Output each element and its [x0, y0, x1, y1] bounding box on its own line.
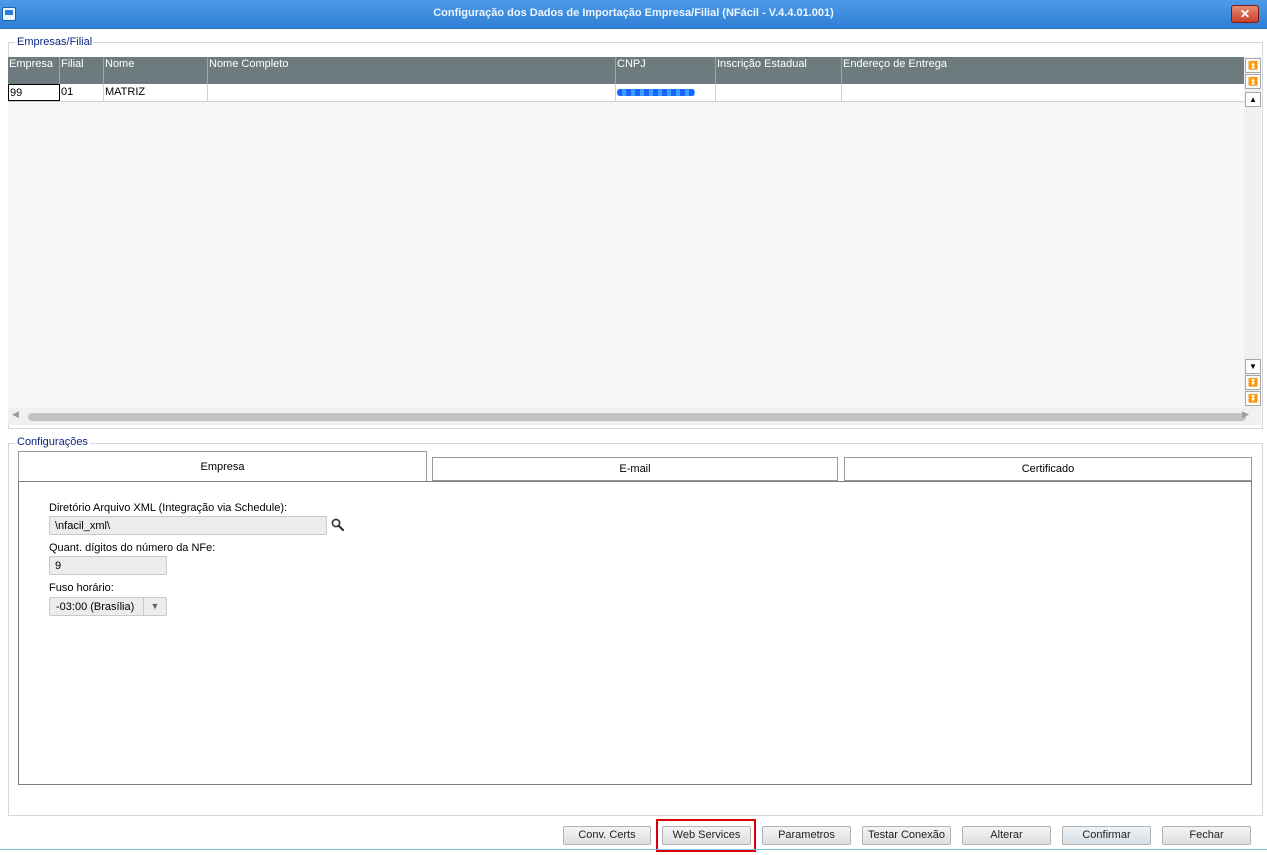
xml-dir-input[interactable]: \nfacil_xml\	[49, 516, 327, 535]
chevron-down-icon[interactable]: ▼	[143, 598, 166, 615]
cell-nome[interactable]: MATRIZ	[104, 84, 208, 101]
scroll-thumb[interactable]	[28, 413, 1246, 421]
tab-empresa[interactable]: Empresa	[18, 451, 427, 481]
bottom-divider	[0, 849, 1267, 850]
xml-dir-label: Diretório Arquivo XML (Integração via Sc…	[49, 502, 288, 514]
column-header-nome[interactable]: Nome	[104, 57, 208, 84]
timezone-value: -03:00 (Brasília)	[56, 601, 135, 613]
scroll-page-up-icon[interactable]: ⏫	[1245, 74, 1261, 89]
parametros-button[interactable]: Parametros	[762, 826, 851, 845]
cell-cnpj[interactable]	[616, 84, 716, 101]
cell-nome-completo[interactable]	[208, 84, 616, 101]
digits-input[interactable]: 9	[49, 556, 167, 575]
companies-grid: Empresa Filial Nome Nome Completo CNPJ I…	[8, 57, 1244, 408]
column-header-empresa[interactable]: Empresa	[8, 57, 60, 84]
cell-inscricao-estadual[interactable]	[716, 84, 842, 101]
testar-conexao-button[interactable]: Testar Conexão	[862, 826, 951, 845]
grid-horizontal-scrollbar[interactable]: ◀ ▶	[8, 408, 1261, 425]
fechar-button[interactable]: Fechar	[1162, 826, 1251, 845]
scroll-up-icon[interactable]: ▲	[1245, 92, 1261, 107]
scroll-page-down-icon[interactable]: ⏬	[1245, 375, 1261, 390]
timezone-label: Fuso horário:	[49, 582, 114, 594]
column-header-endereco-entrega[interactable]: Endereço de Entrega	[842, 57, 1244, 84]
window-title: Configuração dos Dados de Importação Emp…	[433, 7, 834, 19]
web-services-highlight	[656, 819, 756, 852]
scroll-left-icon[interactable]: ◀	[12, 409, 19, 420]
alterar-button[interactable]: Alterar	[962, 826, 1051, 845]
conv-certs-button[interactable]: Conv. Certs	[563, 826, 651, 845]
column-header-nome-completo[interactable]: Nome Completo	[208, 57, 616, 84]
confirmar-button[interactable]: Confirmar	[1062, 826, 1151, 845]
table-row[interactable]: 99 01 MATRIZ	[8, 84, 1244, 102]
tab-certificado[interactable]: Certificado	[844, 457, 1252, 481]
cell-endereco-entrega[interactable]	[842, 84, 1244, 101]
companies-group-title: Empresas/Filial	[15, 36, 95, 48]
scroll-right-icon[interactable]: ▶	[1242, 409, 1249, 420]
grid-header: Empresa Filial Nome Nome Completo CNPJ I…	[8, 57, 1244, 84]
timezone-select[interactable]: -03:00 (Brasília) ▼	[49, 597, 167, 616]
cnpj-redacted-mark	[617, 89, 695, 96]
cell-filial[interactable]: 01	[60, 84, 104, 101]
config-group-title: Configurações	[15, 436, 90, 448]
column-header-inscricao-estadual[interactable]: Inscrição Estadual	[716, 57, 842, 84]
title-bar: Configuração dos Dados de Importação Emp…	[0, 0, 1267, 29]
scroll-bottom-icon[interactable]: ⏬	[1245, 391, 1261, 406]
scroll-top-icon[interactable]: ⏫	[1245, 58, 1261, 73]
scroll-down-icon[interactable]: ▼	[1245, 359, 1261, 374]
grid-vertical-scrollbar[interactable]: ⏫ ⏫ ▲ ▼ ⏬ ⏬	[1244, 57, 1261, 408]
search-icon[interactable]	[331, 518, 344, 531]
column-header-filial[interactable]: Filial	[60, 57, 104, 84]
digits-label: Quant. dígitos do número da NFe:	[49, 542, 216, 554]
tab-email[interactable]: E-mail	[432, 457, 838, 481]
close-button[interactable]: ✕	[1231, 5, 1259, 23]
cell-empresa[interactable]: 99	[8, 84, 60, 101]
column-header-cnpj[interactable]: CNPJ	[616, 57, 716, 84]
